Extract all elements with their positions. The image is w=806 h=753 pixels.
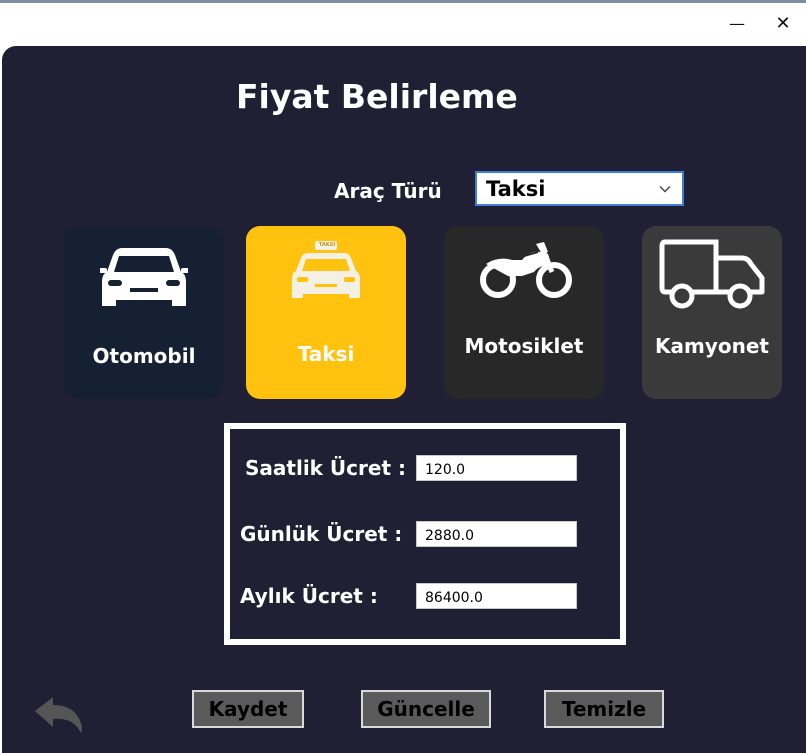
- vehicle-type-select[interactable]: Taksi: [475, 171, 684, 206]
- vehicle-card-truck[interactable]: Kamyonet: [642, 226, 782, 399]
- vehicle-type-value: Taksi: [486, 176, 546, 201]
- vehicle-card-taxi-label: Taksi: [297, 342, 355, 366]
- clear-button[interactable]: Temizle: [544, 690, 664, 728]
- save-button[interactable]: Kaydet: [192, 690, 304, 728]
- page-title: Fiyat Belirleme: [236, 77, 518, 116]
- close-button[interactable]: ✕: [760, 6, 806, 40]
- vehicle-card-motorcycle[interactable]: Motosiklet: [444, 226, 604, 399]
- hourly-fee-label: Saatlik Ücret :: [245, 456, 406, 480]
- vehicle-card-truck-label: Kamyonet: [655, 334, 769, 358]
- monthly-fee-input[interactable]: [416, 583, 577, 609]
- taxi-icon: [292, 241, 360, 298]
- motorcycle-icon: [480, 242, 572, 298]
- vehicle-card-car-label: Otomobil: [92, 344, 196, 368]
- minimize-button[interactable]: —: [714, 6, 760, 40]
- taxi-sign-text: TAKSİ: [318, 242, 336, 248]
- monthly-fee-label: Aylık Ücret :: [240, 584, 378, 608]
- hourly-fee-input[interactable]: [416, 455, 577, 481]
- daily-fee-input[interactable]: [416, 521, 577, 547]
- daily-fee-label: Günlük Ücret :: [240, 522, 403, 546]
- vehicle-type-label: Araç Türü: [334, 179, 442, 203]
- vehicle-card-taxi[interactable]: TAKSİ Taksi: [246, 226, 406, 399]
- main-panel: [2, 46, 806, 753]
- vehicle-card-car[interactable]: Otomobil: [64, 226, 224, 399]
- car-icon: [100, 248, 188, 306]
- update-button[interactable]: Güncelle: [361, 690, 491, 728]
- window-titlebar: — ✕: [0, 3, 806, 43]
- truck-icon: [659, 239, 765, 309]
- chevron-down-icon: [659, 186, 671, 193]
- back-arrow-icon[interactable]: [33, 695, 85, 735]
- vehicle-card-motorcycle-label: Motosiklet: [464, 334, 584, 358]
